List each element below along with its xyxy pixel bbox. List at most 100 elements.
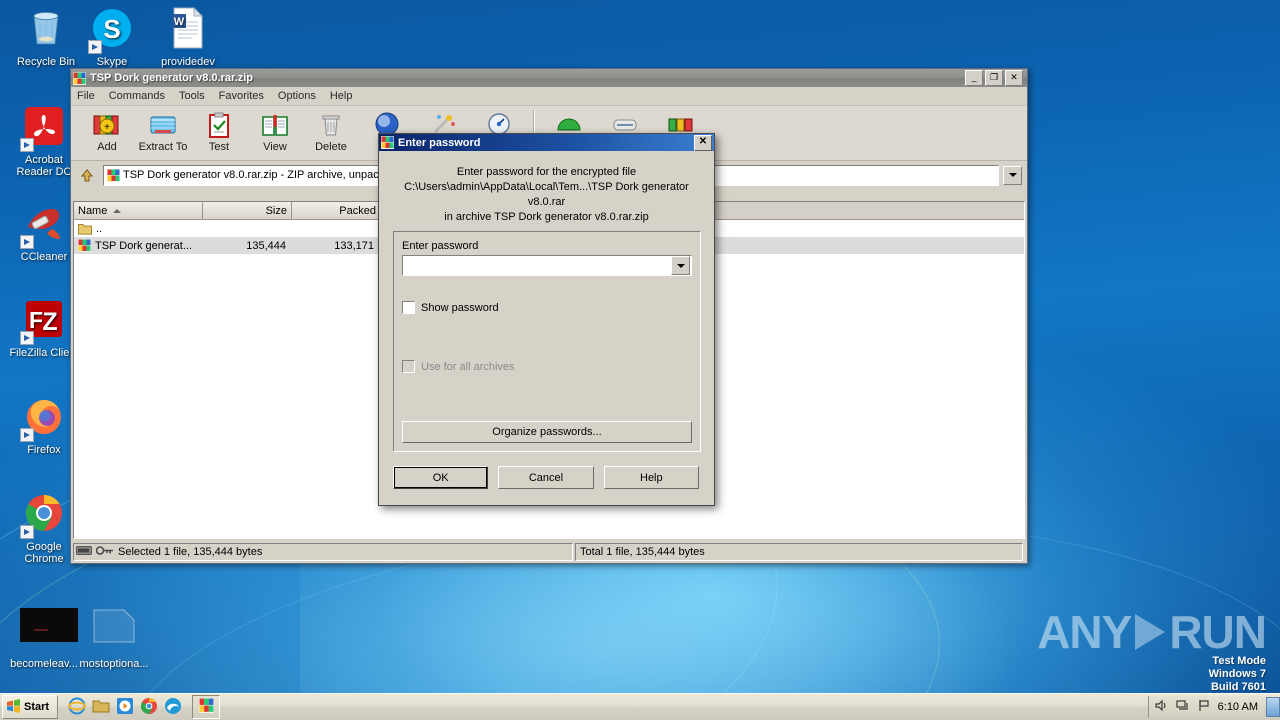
desktop-icon-becomeleav[interactable]: becomeleav... [8,608,80,671]
organize-passwords-button[interactable]: Organize passwords... [402,421,692,443]
action-center-flag-icon[interactable] [1197,699,1211,715]
cell-text: .. [96,222,103,235]
taskbar-task-winrar[interactable] [192,695,221,719]
internet-explorer-icon[interactable] [68,697,86,718]
dialog-close-button[interactable]: ✕ [694,134,712,151]
status-bar: Selected 1 file, 135,444 bytes Total 1 f… [73,543,1023,561]
google-chrome-icon [20,491,68,539]
toolbar-button-add[interactable]: + Add [79,108,135,153]
dialog-message-line1: Enter password for the encrypted file [456,166,637,178]
desktop-icon-recycle-bin[interactable]: Recycle Bin [10,6,82,69]
address-dropdown-button[interactable] [1003,165,1022,185]
start-button-label: Start [24,701,50,713]
menu-item-options[interactable]: Options [278,90,316,102]
svg-text:W: W [174,16,185,28]
show-password-label: Show password [421,301,499,314]
winrar-title-text: TSP Dork generator v8.0.rar.zip [90,72,254,84]
delete-icon [315,110,347,140]
system-tray[interactable]: 6:10 AM [1147,696,1264,718]
show-password-checkbox[interactable] [402,301,415,314]
password-group-box: Enter password Show password Use for all… [393,231,701,452]
edge-icon[interactable] [164,697,182,718]
shortcut-arrow-icon [20,428,34,442]
start-button[interactable]: Start [2,695,59,719]
menu-item-help[interactable]: Help [330,90,353,102]
windows-explorer-icon[interactable] [92,698,110,717]
toolbar-button-delete[interactable]: Delete [303,108,359,153]
column-header-size[interactable]: Size [203,202,292,219]
desktop-icon-mostoptiona[interactable]: mostoptiona... [78,608,150,671]
menu-item-commands[interactable]: Commands [109,90,165,102]
desktop-icon-label: Skype [96,56,128,68]
cell-name: TSP Dork generat... [74,239,202,252]
help-button[interactable]: Help [603,466,699,489]
use-for-all-archives-row: Use for all archives [394,360,700,373]
desktop-icon-label: mostoptiona... [79,658,149,670]
quick-launch-bar[interactable] [68,697,182,718]
filezilla-client-icon: FZ [20,297,68,345]
dialog-title-bar[interactable]: Enter password ✕ [379,134,714,151]
google-chrome-icon[interactable] [140,697,158,718]
toolbar-button-extract-to[interactable]: Extract To [135,108,191,153]
media-player-icon[interactable] [116,697,134,718]
taskbar-clock[interactable]: 6:10 AM [1218,701,1258,713]
cancel-button[interactable]: Cancel [498,466,594,489]
drive-icon [76,545,92,559]
password-input[interactable] [403,256,671,275]
minimize-button[interactable]: _ [965,70,983,86]
menu-bar[interactable]: File Commands Tools Favorites Options Help [71,87,1027,106]
desktop-icon-skype[interactable]: S Skype [76,6,148,69]
toolbar-label-extract-to: Extract To [138,141,188,153]
ok-button[interactable]: OK [393,466,489,489]
status-total-text: Total 1 file, 135,444 bytes [580,546,705,558]
up-one-level-button[interactable] [75,164,99,186]
toolbar-label-delete: Delete [315,141,347,153]
test-icon [203,110,235,140]
extract-to-icon [147,110,179,140]
svg-text:S: S [103,14,120,44]
close-button[interactable]: ✕ [1005,70,1023,86]
shortcut-arrow-icon [20,235,34,249]
taskbar[interactable]: Start 6:10 AM [0,693,1280,720]
skype-icon: S [88,6,136,54]
use-for-all-archives-checkbox [402,360,415,373]
toolbar-label-view: View [263,141,287,153]
svg-text:F: F [29,307,43,333]
column-header-label: Name [78,204,108,217]
desktop-icon-label: providedev [161,56,215,68]
acrobat-reader-dc-icon [20,104,68,152]
menu-item-favorites[interactable]: Favorites [219,90,264,102]
network-icon[interactable] [1176,699,1190,715]
column-header-packed[interactable]: Packed [292,202,381,219]
maximize-button[interactable]: ❐ [985,70,1003,86]
password-field-label: Enter password [402,240,479,252]
volume-icon[interactable] [1155,699,1169,715]
dialog-message-line2: C:\Users\admin\AppData\Local\Tem...\TSP … [404,181,689,208]
column-header-label: Packed [339,204,376,217]
password-history-dropdown-button[interactable] [671,256,690,275]
dialog-message: Enter password for the encrypted file C:… [379,151,714,229]
show-desktop-button[interactable] [1266,697,1280,717]
password-combo[interactable] [402,255,692,276]
dialog-title-text: Enter password [398,136,481,149]
shortcut-arrow-icon [88,40,102,54]
dialog-button-row[interactable]: OK Cancel Help [393,466,699,489]
enter-password-dialog[interactable]: Enter password ✕ Enter password for the … [378,133,715,506]
show-password-row[interactable]: Show password [394,301,700,314]
toolbar-label-add: Add [97,141,117,153]
status-bar-right: Total 1 file, 135,444 bytes [575,543,1023,561]
column-header-name[interactable]: Name [74,202,203,219]
archive-path-icon [107,168,120,182]
menu-item-tools[interactable]: Tools [179,90,205,102]
winrar-title-bar[interactable]: TSP Dork generator v8.0.rar.zip _ ❐ ✕ [71,69,1027,87]
toolbar-button-test[interactable]: Test [191,108,247,153]
desktop-icon-label: becomeleav... [10,658,78,670]
dialog-message-line3: in archive TSP Dork generator v8.0.rar.z… [444,211,649,223]
add-icon: + [91,110,123,140]
menu-item-file[interactable]: File [77,90,95,102]
cell-text: TSP Dork generat... [95,239,193,252]
desktop-icon-providedev[interactable]: Wprovidedev [152,6,224,69]
toolbar-button-view[interactable]: View [247,108,303,153]
sort-ascending-icon [113,208,122,213]
status-selected-text: Selected 1 file, 135,444 bytes [118,546,263,558]
